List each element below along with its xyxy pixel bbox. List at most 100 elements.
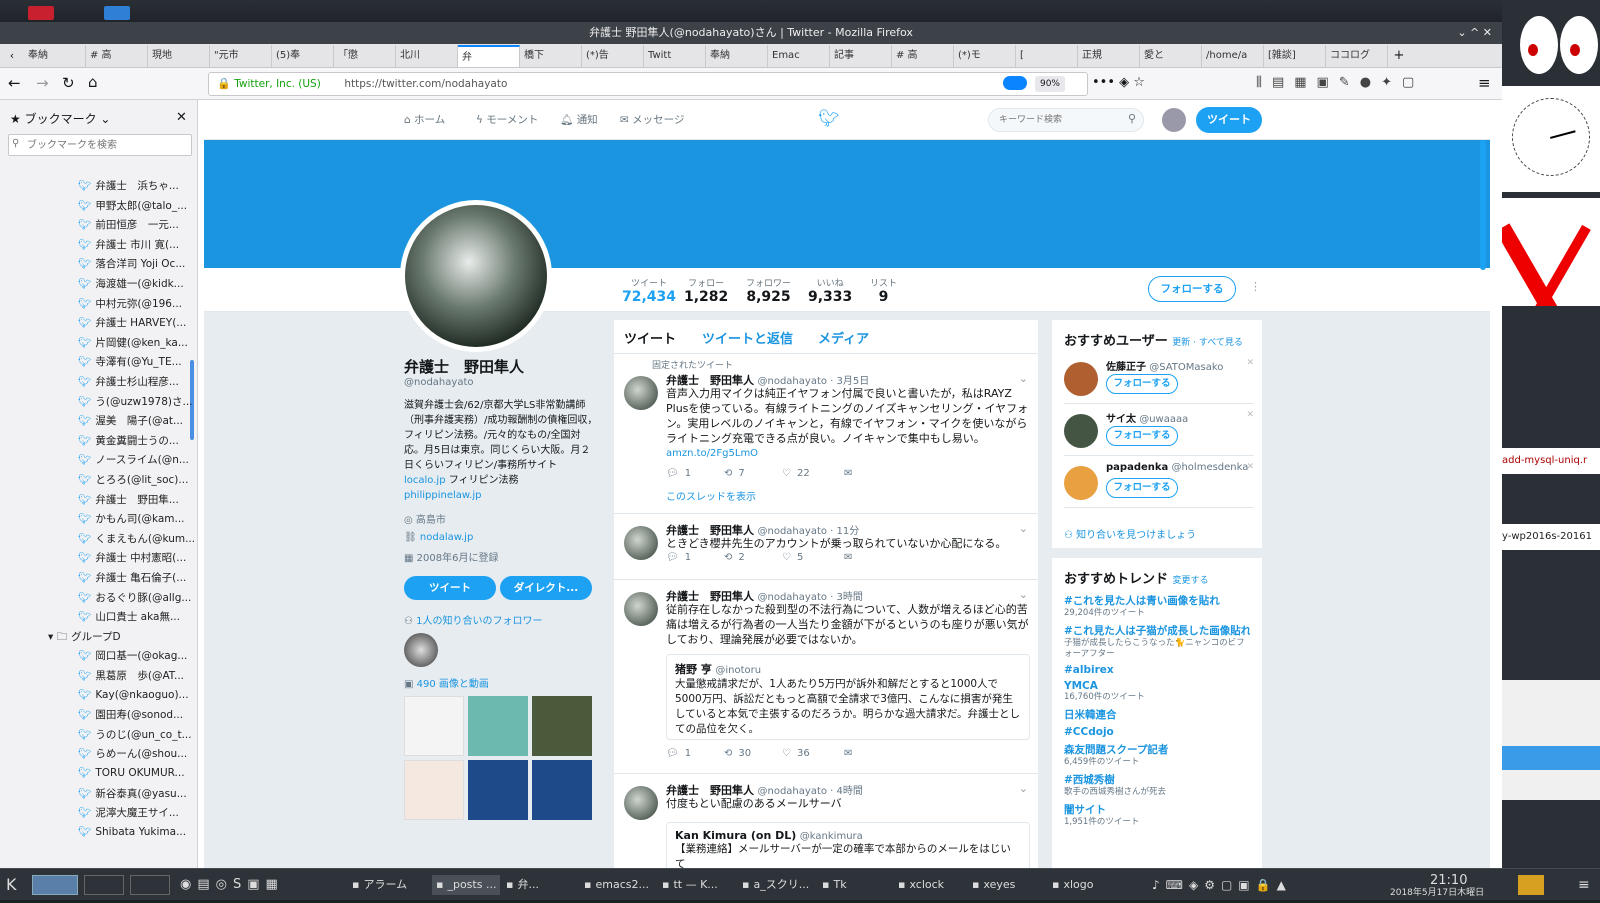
bio-link-1[interactable]: localo.jp xyxy=(404,475,446,486)
browser-tab[interactable]: 奉納 xyxy=(24,44,86,67)
browser-tab[interactable]: 記事 xyxy=(830,44,892,67)
bookmark-item[interactable]: 🐦︎ うのじ(@un_co_t... xyxy=(78,727,192,742)
user-avatar[interactable] xyxy=(1064,362,1098,396)
pager-desktop-3[interactable] xyxy=(130,875,170,895)
trend-item[interactable]: 森友問題スクープ記者 6,459件のツイート xyxy=(1064,742,1250,768)
stat-3[interactable]: いいね 9,333 xyxy=(808,276,852,305)
browser-tab[interactable]: 「懲 xyxy=(334,44,396,67)
nav-messages[interactable]: ✉ メッセージ xyxy=(620,112,684,127)
suggested-follow-button[interactable]: フォローする xyxy=(1106,478,1178,498)
taskbar-item[interactable]: ▪ Tk xyxy=(822,875,892,895)
mutual-avatar[interactable] xyxy=(404,633,438,667)
find-friends-link[interactable]: ⚇ 知り合いを見つけましょう xyxy=(1064,526,1196,541)
timeline-tab[interactable]: ツイート xyxy=(624,328,676,347)
twitter-search-input[interactable] xyxy=(988,108,1144,132)
dismiss-icon[interactable]: ✕ xyxy=(1246,358,1254,368)
tray-widget[interactable] xyxy=(1518,875,1544,895)
bookmark-item[interactable]: 🐦︎ う(@uzw1978)さ... xyxy=(78,394,193,409)
timeline-tab[interactable]: ツイートと返信 xyxy=(702,328,793,347)
sidebar-header[interactable]: ★ ブックマーク ⌄ xyxy=(10,110,110,127)
tweet-action[interactable]: 💬︎ 1 xyxy=(666,468,691,479)
url-bar[interactable]: 🔒 Twitter, Inc. (US) https://twitter.com… xyxy=(208,72,1088,96)
suggested-follow-button[interactable]: フォローする xyxy=(1106,374,1178,394)
right-window-3[interactable] xyxy=(1502,680,1600,800)
user-name[interactable]: サイ太 xyxy=(1106,414,1136,425)
chevron-down-icon[interactable]: ⌄ xyxy=(1019,372,1028,385)
bookmark-item[interactable]: 🐦︎ Shibata Yukima... xyxy=(78,825,186,838)
tweet-link[interactable]: amzn.to/2Fg5LmO xyxy=(666,448,758,459)
bookmark-item[interactable]: 🐦︎ 甲野太郎(@talo_... xyxy=(78,198,187,213)
trend-item[interactable]: #これ見た人は子猫が成長した画像貼れ 子猫が成長したらこうなった🐈ニャンコのビフォ… xyxy=(1064,623,1250,660)
dismiss-icon[interactable]: ✕ xyxy=(1246,410,1254,420)
browser-tab[interactable]: (5)奉 xyxy=(272,44,334,67)
bookmark-item[interactable]: 🐦︎ 中村元弥(@196... xyxy=(78,296,182,311)
chevron-down-icon[interactable]: ⌄ xyxy=(1019,588,1028,601)
taskbar-item[interactable]: ▪ _posts ... xyxy=(432,875,500,895)
taskbar-item[interactable]: ▪ 弁... xyxy=(506,875,576,895)
menu-icon[interactable]: ≡ xyxy=(1578,875,1590,895)
profile-tweet-button[interactable]: ツイート xyxy=(404,576,496,600)
tweet-avatar[interactable] xyxy=(624,786,658,820)
bookmark-item[interactable]: 🐦︎ おるぐり豚(@allg... xyxy=(78,590,191,605)
more-icon[interactable]: ⋮ xyxy=(1250,280,1261,293)
trend-item[interactable]: 闇サイト 1,951件のツイート xyxy=(1064,802,1250,828)
nav-home[interactable]: ⌂ ホーム xyxy=(404,112,445,127)
bookmark-item[interactable]: 🐦︎ 園田寿(@sonod... xyxy=(78,707,183,722)
bookmark-item[interactable]: 🐦︎ 寺澤有(@Yu_TE... xyxy=(78,354,182,369)
bookmark-item[interactable]: 🐦︎ 弁護士 浜ちゃ... xyxy=(78,178,179,193)
menu-icon[interactable]: ≡ xyxy=(1478,74,1491,92)
mail-icon[interactable]: ✉ xyxy=(844,552,852,563)
bookmark-folder[interactable]: ▾ 🗀 グループD xyxy=(48,629,121,647)
tweet-action[interactable]: 💬︎ 1 xyxy=(666,552,691,563)
browser-tab[interactable]: [雑談] xyxy=(1264,44,1326,67)
user-avatar[interactable] xyxy=(1064,466,1098,500)
taskbar-item[interactable]: ▪ xeyes xyxy=(972,875,1042,895)
toggle-switch[interactable] xyxy=(1003,76,1027,90)
page-scrollbar[interactable] xyxy=(1480,140,1486,270)
tweet-action[interactable]: ♡ 36 xyxy=(782,748,810,759)
tweet[interactable]: 弁護士 野田隼人 @nodahayato · 11分 ⌄ ときどき櫻井先生のアカウン… xyxy=(614,514,1038,580)
bookmark-item[interactable]: 🐦︎ 渥美 陽子(@at... xyxy=(78,413,183,428)
home-icon[interactable]: ⌂ xyxy=(88,73,98,91)
bookmark-item[interactable]: 🐦︎ ノースライム(@n... xyxy=(78,452,189,467)
bookmark-item[interactable]: 🐦︎ らめーん(@shou... xyxy=(78,746,187,761)
media-thumb[interactable] xyxy=(468,696,528,756)
trend-item[interactable]: 日米韓連合 xyxy=(1064,707,1250,722)
tweet-avatar[interactable] xyxy=(624,526,658,560)
kde-menu-icon[interactable]: K xyxy=(6,875,17,895)
browser-tab[interactable]: 現地 xyxy=(148,44,210,67)
browser-tab[interactable]: "元市 xyxy=(210,44,272,67)
browser-tab[interactable]: 北川 xyxy=(396,44,458,67)
bookmark-item[interactable]: 🐦︎ 泥濘大魔王サイ... xyxy=(78,805,179,820)
tweet-avatar[interactable] xyxy=(624,592,658,626)
quoted-tweet[interactable]: 猪野 亨 @inotoru 大量懲戒請求だが、1人あたり5万円が訴外和解だとすると… xyxy=(666,654,1030,740)
launcher-icons[interactable]: ◉▤◎Ѕ▣▦ xyxy=(180,875,284,895)
xlogo-window[interactable] xyxy=(1502,198,1600,306)
trend-item[interactable]: #CCdojo xyxy=(1064,726,1250,738)
browser-tab[interactable]: Twitt xyxy=(644,44,706,67)
bookmark-item[interactable]: 🐦︎ 片岡健(@ken_ka... xyxy=(78,335,188,350)
show-thread-link[interactable]: このスレッドを表示 xyxy=(666,488,756,503)
trend-name[interactable]: #albirex xyxy=(1064,664,1250,676)
browser-tab[interactable]: # 高 xyxy=(86,44,148,67)
profile-avatar[interactable] xyxy=(400,200,552,352)
window-controls[interactable]: ⌄ ^ ✕ xyxy=(1457,22,1492,44)
reload-icon[interactable]: ↻ xyxy=(62,74,75,92)
tweet-action[interactable]: ⟲ 7 xyxy=(724,468,745,479)
trend-name[interactable]: #これ見た人は子猫が成長した画像貼れ xyxy=(1064,623,1250,638)
suggested-user[interactable]: papadenka @holmesdenka フォローする ✕ xyxy=(1064,460,1254,508)
browser-tab[interactable]: (*)モ xyxy=(954,44,1016,67)
trend-item[interactable]: YMCA 16,760件のツイート xyxy=(1064,680,1250,703)
media-thumb[interactable] xyxy=(532,760,592,820)
tweet[interactable]: 弁護士 野田隼人 @nodahayato · 4時間 ⌄ 付度もとい配慮のあるメール… xyxy=(614,774,1038,868)
toolbar-icons[interactable]: ⫼▤▦▣✎●✦▢ xyxy=(1256,75,1424,90)
tweet[interactable]: 固定されたツイート 弁護士 野田隼人 @nodahayato · 3月5日 ⌄ 音声入… xyxy=(614,354,1038,514)
my-avatar[interactable] xyxy=(1162,108,1186,132)
tweet-avatar[interactable] xyxy=(624,376,658,410)
trend-name[interactable]: #西城秀樹 xyxy=(1064,772,1250,787)
bookmark-item[interactable]: 🐦︎ 新谷泰真(@yasu... xyxy=(78,786,187,801)
timeline-tab[interactable]: メディア xyxy=(818,328,869,347)
bio-link-2[interactable]: philippinelaw.jp xyxy=(404,490,481,501)
tweet-action[interactable]: 💬︎ 1 xyxy=(666,748,691,759)
browser-tab[interactable]: 奉納 xyxy=(706,44,768,67)
